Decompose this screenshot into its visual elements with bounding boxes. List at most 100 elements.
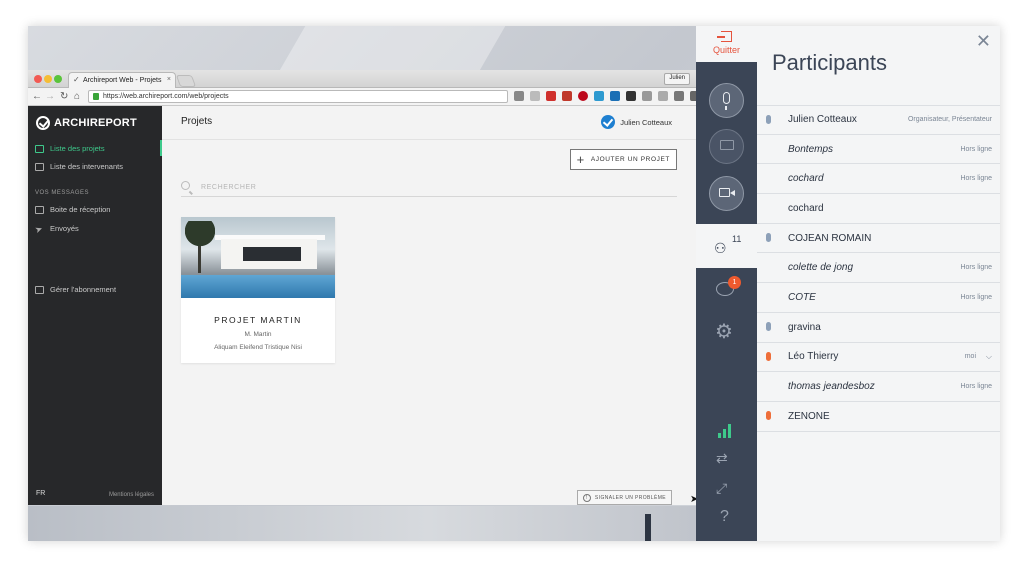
participant-row[interactable]: Bontemps Hors ligne xyxy=(757,135,1000,165)
participant-row[interactable]: COTE Hors ligne xyxy=(757,283,1000,313)
project-card[interactable]: PROJET MARTIN M. Martin Aliquam Eleifend… xyxy=(181,217,335,363)
info-icon: ! xyxy=(582,493,591,502)
sidebar-item-contacts[interactable]: Liste des intervenants xyxy=(35,162,123,171)
adblock-extension-icon[interactable] xyxy=(546,91,556,101)
main-content: Projets Julien Cotteaux + AJOUTER UN PRO… xyxy=(162,106,696,505)
pinterest-extension-icon[interactable] xyxy=(578,91,588,101)
microphone-button[interactable] xyxy=(709,83,744,118)
project-owner: M. Martin xyxy=(244,331,272,338)
lastpass-extension-icon[interactable] xyxy=(562,91,572,101)
participant-row[interactable]: COJEAN ROMAIN xyxy=(757,224,1000,254)
camera-icon xyxy=(719,188,735,197)
microphone-icon xyxy=(766,410,771,420)
extension-icon[interactable] xyxy=(674,91,684,101)
sidebar-item-subscription[interactable]: Gérer l'abonnement xyxy=(35,285,116,294)
web-page: ARCHIREPORT Liste des projets Liste des … xyxy=(28,106,696,505)
sidebar-item-inbox[interactable]: Boite de réception xyxy=(35,205,110,214)
exit-icon xyxy=(717,31,732,42)
bank-icon xyxy=(35,285,44,294)
help-icon[interactable]: ? xyxy=(720,508,729,526)
gear-icon[interactable]: ⚙ xyxy=(715,322,733,342)
sidebar-item-label: Envoyés xyxy=(50,224,79,233)
participant-row[interactable]: cochard xyxy=(757,194,1000,224)
project-thumbnail xyxy=(181,217,335,298)
participant-name: ZENONE xyxy=(788,410,830,422)
address-bar[interactable]: https://web.archireport.com/web/projects xyxy=(88,90,508,103)
screen-share-button[interactable] xyxy=(709,129,744,164)
new-tab-button[interactable] xyxy=(175,75,197,87)
reload-icon[interactable]: ↻ xyxy=(60,91,68,103)
header-divider xyxy=(162,139,696,140)
sidebar-item-label: Boite de réception xyxy=(50,205,111,214)
browser-tab-bar: ✓ Archireport Web - Projets × Julien xyxy=(28,70,696,88)
participant-status: Hors ligne xyxy=(960,293,992,301)
monitor-icon xyxy=(720,140,734,150)
browser-toolbar: ← → ↻ ⌂ https://web.archireport.com/web/… xyxy=(28,88,716,106)
camera-button[interactable] xyxy=(709,176,744,211)
check-circle-icon xyxy=(601,115,616,129)
sidebar-item-sent[interactable]: ➤ Envoyés xyxy=(34,223,79,235)
participant-row[interactable]: Julien Cotteaux Organisateur, Présentateu… xyxy=(757,105,1000,135)
chevron-down-icon[interactable]: ⌵ xyxy=(986,352,992,362)
participant-row[interactable]: thomas jeandesboz Hors ligne xyxy=(757,372,1000,402)
window-zoom-button[interactable] xyxy=(54,75,62,83)
user-name: Julien Cotteaux xyxy=(620,117,672,127)
extension-icon[interactable] xyxy=(642,91,652,101)
report-problem-button[interactable]: ! SIGNALER UN PROBLÈME xyxy=(576,490,672,505)
key-extension-icon[interactable] xyxy=(514,91,524,101)
contacts-icon xyxy=(35,162,44,171)
tab-close-icon[interactable]: × xyxy=(167,76,171,83)
search-input[interactable] xyxy=(201,180,661,195)
palm-tree xyxy=(185,221,215,271)
call-toolbar: Quitter ⚇ 11 1 ⚙ ⇄ ⤢ ? xyxy=(696,26,757,541)
star-bookmark-icon[interactable] xyxy=(530,91,540,101)
close-icon[interactable]: ✕ xyxy=(976,32,991,50)
pool xyxy=(181,275,335,298)
participant-name: gravina xyxy=(788,321,821,333)
dropbox-extension-icon[interactable] xyxy=(658,91,668,101)
participant-name: COTE xyxy=(788,291,816,303)
legal-link[interactable]: Mentions légales xyxy=(109,492,154,498)
microphone-icon xyxy=(766,232,771,242)
microphone-icon xyxy=(766,321,771,331)
window-close-button[interactable] xyxy=(34,75,42,83)
sidebar-item-label: Gérer l'abonnement xyxy=(50,285,117,294)
home-icon[interactable]: ⌂ xyxy=(74,91,80,103)
participant-row[interactable]: Léo Thierry moi ⌵ xyxy=(757,343,1000,373)
browser-tab[interactable]: ✓ Archireport Web - Projets × xyxy=(68,72,176,88)
search-bar xyxy=(181,180,677,197)
browser-profile-button[interactable]: Julien xyxy=(664,73,690,85)
fullscreen-icon[interactable]: ⤢ xyxy=(716,480,727,497)
window-minimize-button[interactable] xyxy=(44,75,52,83)
logo[interactable]: ARCHIREPORT xyxy=(36,116,137,130)
back-arrow-icon[interactable]: ← xyxy=(32,91,42,103)
participant-status: Hors ligne xyxy=(960,264,992,272)
sidebar-item-projects[interactable]: Liste des projets xyxy=(35,144,105,153)
participant-row[interactable]: colette de jong Hors ligne xyxy=(757,253,1000,284)
users-icon: ⚇ xyxy=(714,240,727,256)
user-menu[interactable]: Julien Cotteaux xyxy=(601,115,672,129)
participant-name: Bontemps xyxy=(788,143,834,155)
microphone-icon xyxy=(766,351,771,361)
quit-button[interactable]: Quitter xyxy=(696,26,757,62)
add-project-button[interactable]: + AJOUTER UN PROJET xyxy=(569,149,677,170)
sidebar-item-label: Liste des intervenants xyxy=(50,162,123,171)
microphone-icon xyxy=(766,115,771,124)
participant-status: Hors ligne xyxy=(960,145,992,153)
forward-arrow-icon[interactable]: → xyxy=(45,91,55,103)
participant-row[interactable]: gravina xyxy=(757,313,1000,343)
extension-icon[interactable] xyxy=(610,91,620,101)
participants-tab[interactable]: ⚇ 11 xyxy=(696,224,757,268)
participant-row[interactable]: ZENONE xyxy=(757,402,1000,432)
project-name: PROJET MARTIN xyxy=(214,315,302,325)
buffer-extension-icon[interactable] xyxy=(626,91,636,101)
extension-icon[interactable] xyxy=(594,91,604,101)
panel-title: Participants xyxy=(772,50,887,75)
participant-row[interactable]: cochard Hors ligne xyxy=(757,164,1000,195)
language-selector[interactable]: FR xyxy=(36,490,45,497)
extension-icons xyxy=(514,91,716,101)
shuffle-icon[interactable]: ⇄ xyxy=(716,450,728,467)
participant-name: Léo Thierry xyxy=(788,351,839,363)
browser-window: ✓ Archireport Web - Projets × Julien ← →… xyxy=(28,70,716,505)
add-project-label: AJOUTER UN PROJET xyxy=(590,156,670,163)
